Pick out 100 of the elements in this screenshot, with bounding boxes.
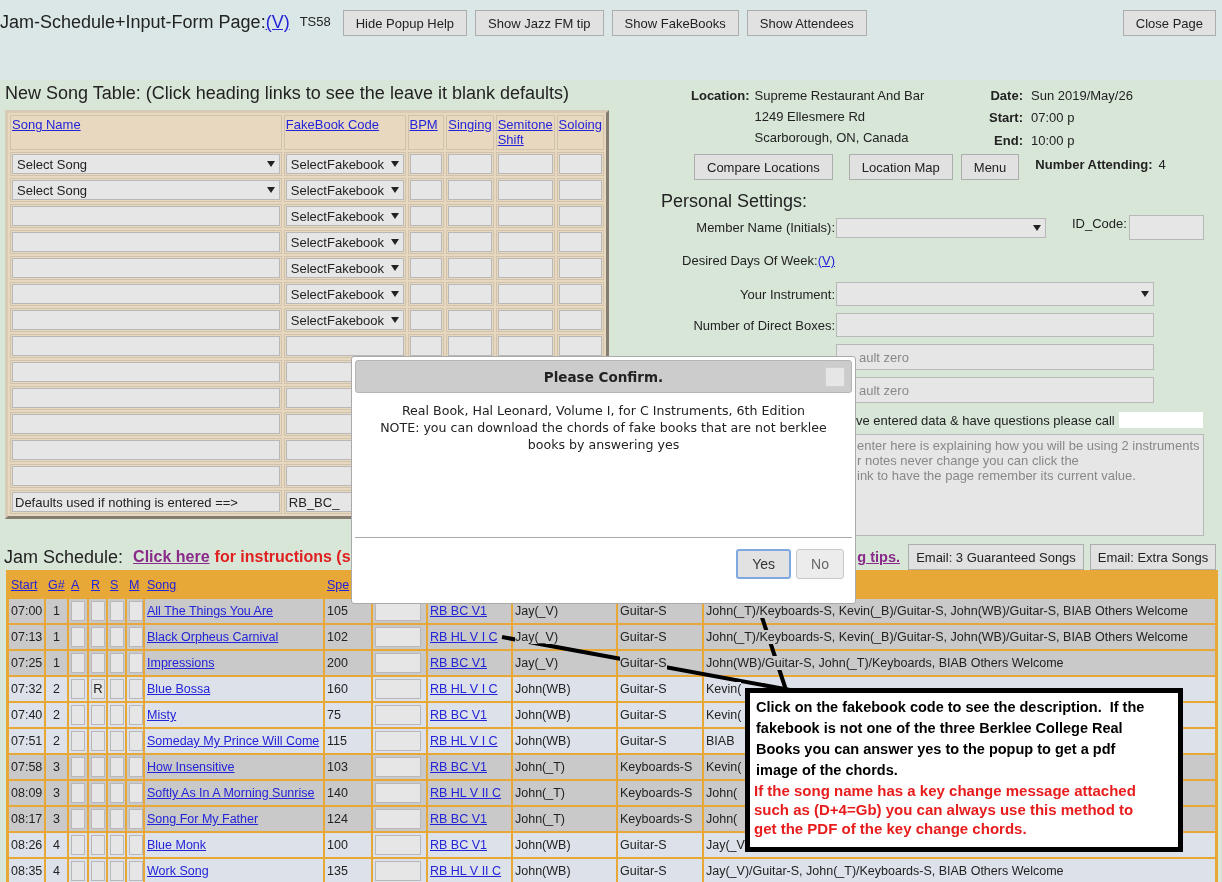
- location-button[interactable]: Location Map: [848, 154, 953, 180]
- number-field[interactable]: [448, 180, 492, 200]
- input-field[interactable]: [375, 705, 421, 725]
- fakebook-field[interactable]: [285, 336, 404, 356]
- song-select[interactable]: Select Song: [12, 180, 280, 200]
- number-field[interactable]: [409, 336, 443, 356]
- location-button[interactable]: Menu: [960, 154, 1020, 180]
- flag-field[interactable]: [71, 601, 85, 621]
- song-field[interactable]: [12, 414, 280, 434]
- number-field[interactable]: [497, 232, 553, 252]
- song-field[interactable]: [12, 388, 280, 408]
- song-field[interactable]: [12, 258, 280, 278]
- location-button[interactable]: Compare Locations: [694, 154, 833, 180]
- flag-field[interactable]: [129, 705, 143, 725]
- instructions-link[interactable]: Click here: [133, 548, 210, 566]
- number-field[interactable]: [409, 310, 443, 330]
- fakebook-select[interactable]: SelectFakebook: [285, 310, 404, 330]
- flag-field[interactable]: [71, 705, 85, 725]
- song-title-link[interactable]: Blue Bossa: [147, 682, 211, 696]
- number-field[interactable]: [558, 336, 602, 356]
- flag-field[interactable]: [110, 627, 124, 647]
- number-field[interactable]: [448, 154, 492, 174]
- song-field[interactable]: [12, 362, 280, 382]
- flag-field[interactable]: [71, 809, 85, 829]
- close-button[interactable]: [825, 367, 845, 387]
- song-field[interactable]: [12, 466, 280, 486]
- number-field[interactable]: [448, 310, 492, 330]
- number-field[interactable]: [497, 310, 553, 330]
- flag-field[interactable]: [71, 653, 85, 673]
- song-field[interactable]: [12, 310, 280, 330]
- header-button[interactable]: Show Attendees: [746, 10, 867, 36]
- flag-field[interactable]: [91, 705, 105, 725]
- flag-field[interactable]: [110, 705, 124, 725]
- flag-field[interactable]: [71, 731, 85, 751]
- tips-link[interactable]: g tips.: [857, 549, 900, 565]
- fakebook-select[interactable]: SelectFakebook: [285, 232, 404, 252]
- flag-field[interactable]: [110, 757, 124, 777]
- fakebook-select[interactable]: SelectFakebook: [285, 258, 404, 278]
- song-select[interactable]: Select Song: [12, 154, 280, 174]
- version-link[interactable]: (V): [265, 12, 290, 32]
- flag-field[interactable]: [110, 731, 124, 751]
- number-field[interactable]: [409, 258, 443, 278]
- flag-field[interactable]: [129, 653, 143, 673]
- flag-field[interactable]: [91, 809, 105, 829]
- direct-boxes-field[interactable]: [836, 313, 1154, 337]
- days-link[interactable]: (V): [817, 252, 835, 268]
- number-field[interactable]: [497, 154, 553, 174]
- number-field[interactable]: [497, 258, 553, 278]
- flag-field[interactable]: [110, 653, 124, 673]
- flag-field[interactable]: [129, 679, 143, 699]
- flag-field[interactable]: [129, 731, 143, 751]
- number-field[interactable]: [409, 206, 443, 226]
- flag-field[interactable]: [71, 783, 85, 803]
- input-field[interactable]: [375, 731, 421, 751]
- input-field[interactable]: [375, 757, 421, 777]
- id-code-field[interactable]: [1128, 215, 1204, 240]
- number-field[interactable]: [448, 232, 492, 252]
- flag-field[interactable]: [91, 783, 105, 803]
- header-button[interactable]: Show Jazz FM tip: [475, 10, 604, 36]
- number-field[interactable]: [558, 206, 602, 226]
- flag-field[interactable]: [71, 861, 85, 881]
- email-button[interactable]: Email: 3 Guaranteed Songs: [908, 544, 1084, 570]
- number-field[interactable]: [558, 232, 602, 252]
- song-field[interactable]: [12, 232, 280, 252]
- contact-field[interactable]: [1118, 412, 1203, 428]
- flag-field[interactable]: [91, 835, 105, 855]
- flag-field[interactable]: [129, 809, 143, 829]
- flag-field[interactable]: [71, 835, 85, 855]
- input-field[interactable]: [375, 653, 421, 673]
- song-field[interactable]: [12, 284, 280, 304]
- song-title-link[interactable]: Misty: [147, 708, 177, 722]
- input-field[interactable]: [375, 835, 421, 855]
- number-field[interactable]: [448, 206, 492, 226]
- song-field[interactable]: [12, 336, 280, 356]
- flag-field[interactable]: [110, 679, 124, 699]
- header-button[interactable]: Show FakeBooks: [611, 10, 739, 36]
- flag-field[interactable]: [91, 757, 105, 777]
- flag-field[interactable]: [129, 627, 143, 647]
- input-field[interactable]: [375, 627, 421, 647]
- flag-field[interactable]: [71, 679, 85, 699]
- instrument-select[interactable]: [836, 282, 1154, 306]
- dialog-button[interactable]: Yes: [736, 549, 792, 579]
- flag-field[interactable]: [110, 835, 124, 855]
- song-title-link[interactable]: Blue Monk: [147, 838, 207, 852]
- flag-field[interactable]: [71, 627, 85, 647]
- fakebook-select[interactable]: SelectFakebook: [285, 284, 404, 304]
- song-field[interactable]: [12, 440, 280, 460]
- fakebook-select[interactable]: SelectFakebook: [285, 154, 404, 174]
- flag-field[interactable]: [91, 653, 105, 673]
- number-field[interactable]: [409, 284, 443, 304]
- flag-field[interactable]: [129, 601, 143, 621]
- flag-field[interactable]: [110, 783, 124, 803]
- number-field[interactable]: [497, 180, 553, 200]
- number-field[interactable]: [558, 310, 602, 330]
- flag-field[interactable]: [91, 731, 105, 751]
- input-field[interactable]: ault zero: [836, 344, 1154, 370]
- flag-field[interactable]: [129, 861, 143, 881]
- flag-field[interactable]: [129, 783, 143, 803]
- number-field[interactable]: [409, 180, 443, 200]
- fakebook-select[interactable]: SelectFakebook: [285, 180, 404, 200]
